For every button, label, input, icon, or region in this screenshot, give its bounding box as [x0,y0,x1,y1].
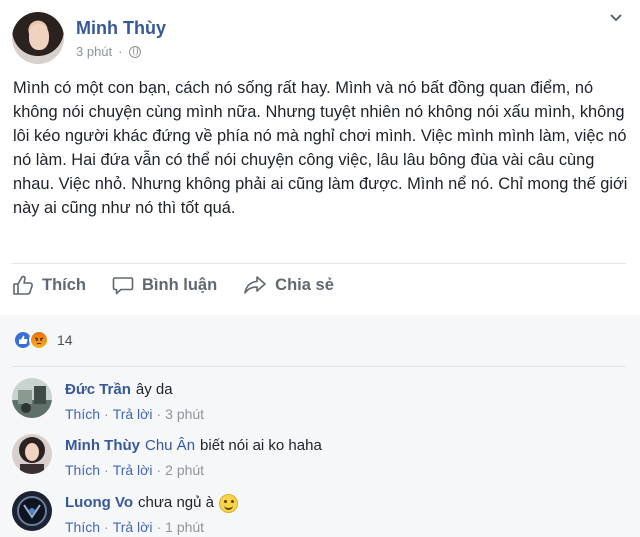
tagged-user[interactable]: Chu Ân [145,436,195,456]
action-bar: Thích Bình luận Chia sẻ [12,274,334,296]
commenter-name[interactable]: Luong Vo [65,493,133,513]
divider [12,366,626,367]
divider [12,263,626,264]
comment-icon [112,277,134,295]
comment-time[interactable]: 2 phút [165,462,204,478]
reactions-summary[interactable]: 14 [13,330,73,350]
comment-like-link[interactable]: Thích [65,406,100,422]
share-label: Chia sẻ [275,275,334,294]
commenter-name[interactable]: Minh Thùy [65,436,140,456]
footer-separator: · [156,462,162,478]
commenter-avatar[interactable] [12,491,52,531]
share-button[interactable]: Chia sẻ [243,274,334,296]
post-meta: 3 phút · [76,44,141,59]
author-name[interactable]: Minh Thùy [76,18,166,39]
commenter-avatar[interactable] [12,378,52,418]
post-time[interactable]: 3 phút [76,44,112,59]
thumbs-up-icon [13,275,33,295]
comment-text: ây da [135,381,173,398]
smile-emoji-icon [218,493,238,513]
like-button[interactable]: Thích [12,274,86,296]
like-label: Thích [42,275,86,294]
post-card: Minh Thùy 3 phút · Mình có một con bạn, … [0,0,640,537]
comment-button[interactable]: Bình luận [112,274,217,296]
commenter-avatar[interactable] [12,434,52,474]
footer-separator: · [104,406,109,422]
reaction-count: 14 [57,332,73,348]
globe-icon [128,45,141,58]
chevron-down-icon[interactable] [610,14,622,22]
post-text: Mình có một con bạn, cách nó sống rất ha… [13,79,628,217]
comment-time[interactable]: 1 phút [165,519,204,535]
comment-reply-link[interactable]: Trả lời [113,519,153,535]
comment-label: Bình luận [142,275,218,294]
comment-reply-link[interactable]: Trả lời [113,462,153,478]
author-avatar[interactable] [12,12,64,64]
comment-like-link[interactable]: Thích [65,519,100,535]
comment-like-link[interactable]: Thích [65,462,100,478]
footer-separator: · [104,519,109,535]
footer-separator: · [156,519,162,535]
commenter-name[interactable]: Đức Trần [65,380,131,400]
comment-time[interactable]: 3 phút [165,406,204,422]
meta-separator: · [118,44,123,59]
comment-text: chưa ngủ à [138,494,214,511]
angry-reaction-icon [29,330,49,350]
comment-text: biết nói ai ko haha [200,437,322,454]
footer-separator: · [156,406,162,422]
comment-reply-link[interactable]: Trả lời [113,406,153,422]
share-icon [244,276,266,294]
footer-separator: · [104,462,109,478]
